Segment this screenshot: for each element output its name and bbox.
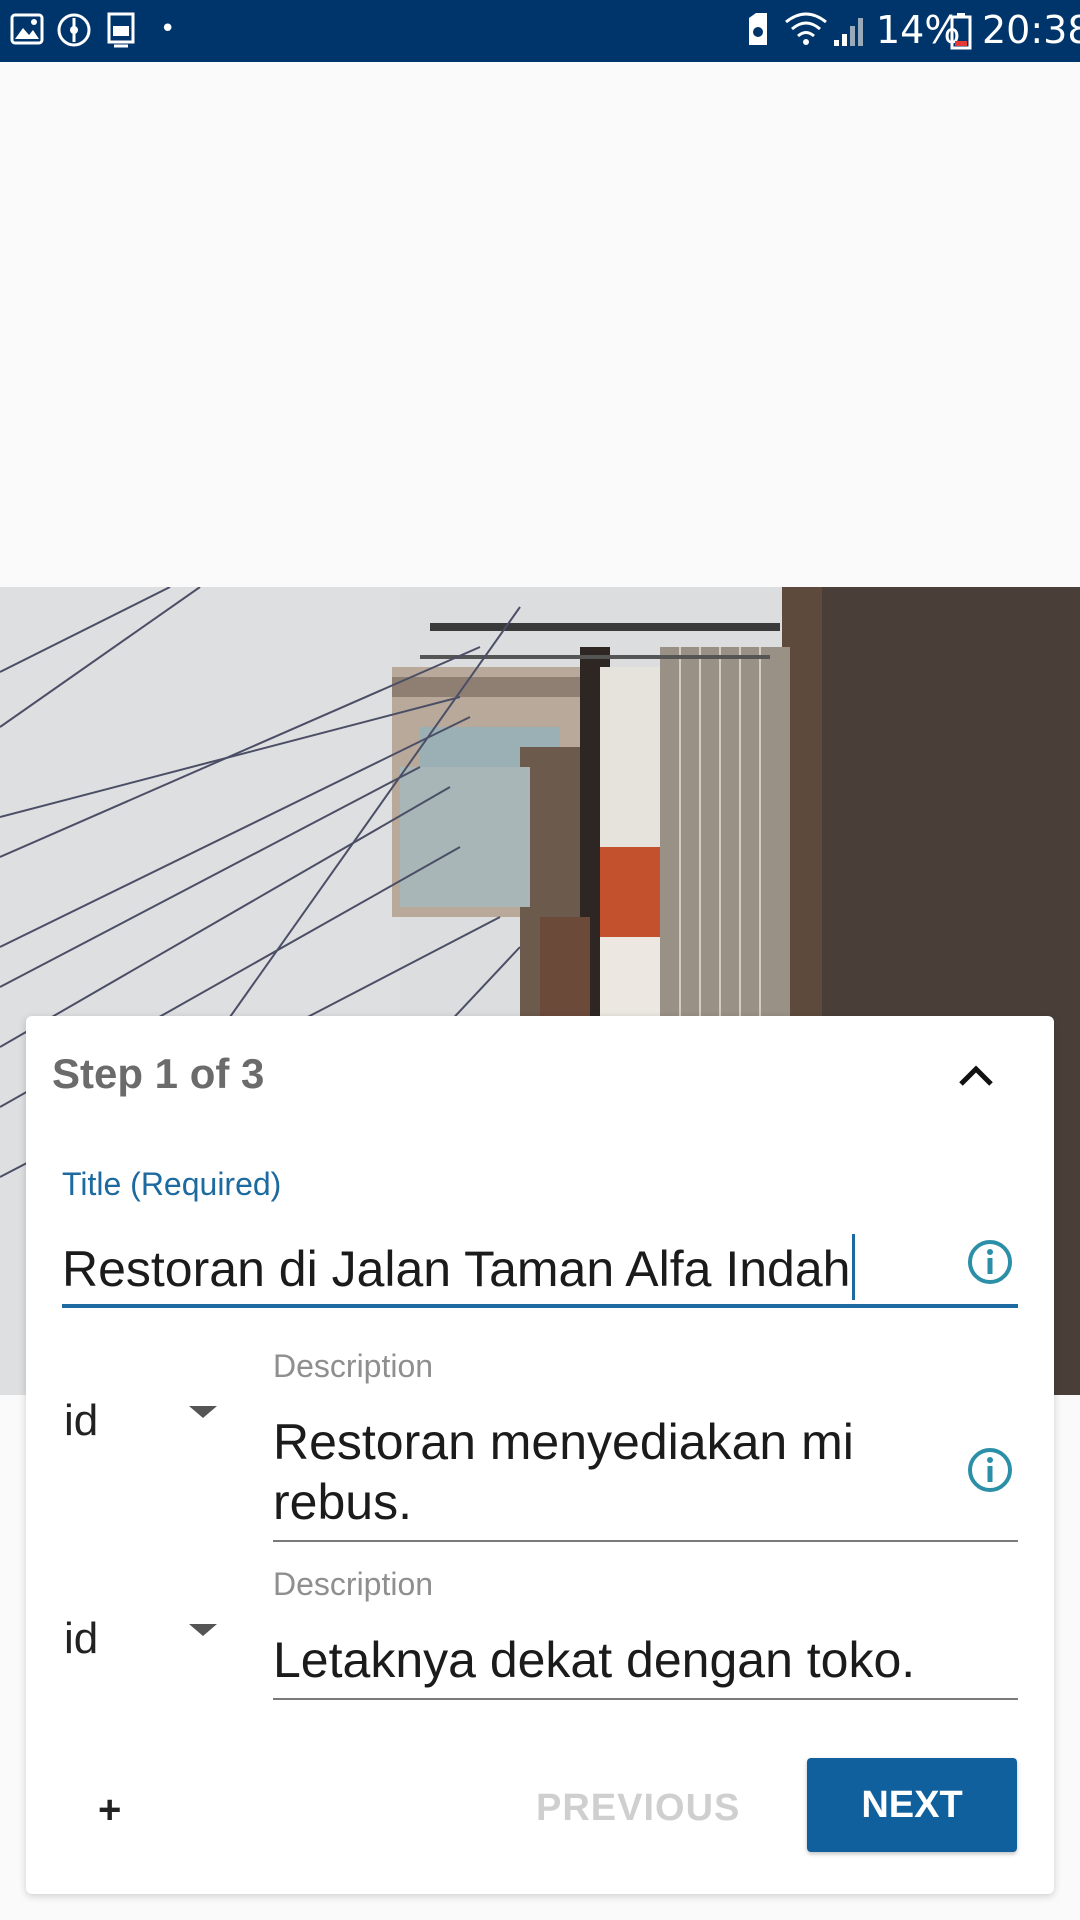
language-select-1[interactable]: id [64, 1396, 98, 1446]
dropdown-arrow-icon[interactable] [186, 1402, 220, 1422]
chevron-up-icon[interactable] [946, 1046, 1006, 1106]
info-icon[interactable] [966, 1446, 1014, 1494]
image-icon [10, 13, 44, 45]
text-cursor [852, 1234, 856, 1300]
title-input[interactable]: Restoran di Jalan Taman Alfa Indah [62, 1234, 856, 1300]
font-icon [107, 12, 135, 48]
battery-icon [950, 13, 972, 50]
upload-details-card: Step 1 of 3 Title (Required) Restoran di… [26, 1016, 1054, 1894]
language-select-2[interactable]: id [64, 1614, 98, 1664]
title-input-underline [62, 1304, 1018, 1308]
battery-percent: 14% [876, 8, 961, 52]
info-icon[interactable] [966, 1238, 1014, 1286]
step-indicator: Step 1 of 3 [52, 1050, 265, 1097]
sim-icon [749, 13, 767, 45]
description-underline-2 [273, 1698, 1018, 1700]
title-input-text: Restoran di Jalan Taman Alfa Indah [62, 1241, 851, 1297]
dropdown-arrow-icon[interactable] [186, 1620, 220, 1640]
wifi-icon [785, 12, 827, 45]
compass-icon [57, 13, 91, 47]
title-field-label: Title (Required) [62, 1166, 282, 1202]
status-bar: • 14% 20:38 [0, 0, 1080, 62]
description-input-2[interactable]: Letaknya dekat dengan toko. [273, 1630, 973, 1690]
add-description-button[interactable]: + [98, 1788, 121, 1833]
signal-icon [834, 18, 863, 46]
status-dot: • [160, 14, 176, 44]
clock: 20:38 [982, 8, 1080, 52]
next-button[interactable]: NEXT [807, 1758, 1017, 1852]
description-input-1[interactable]: Restoran menyediakan mi rebus. [273, 1412, 973, 1532]
description-underline-1 [273, 1540, 1018, 1542]
description-label-2: Description [273, 1566, 434, 1602]
description-label-1: Description [273, 1348, 434, 1384]
previous-button[interactable]: PREVIOUS [536, 1787, 740, 1830]
